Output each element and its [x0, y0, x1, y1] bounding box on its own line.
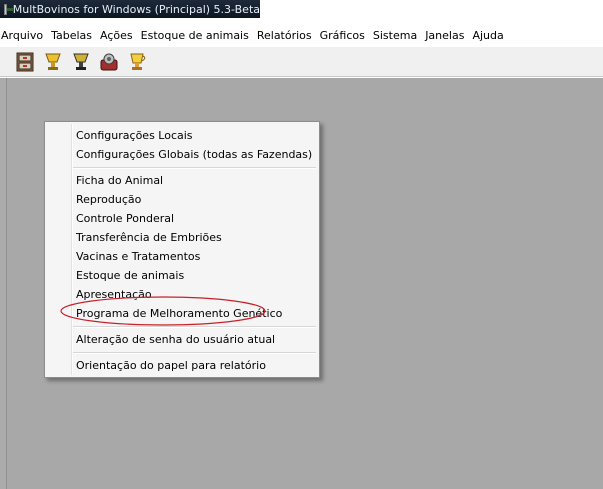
gear-tool-icon [100, 53, 118, 70]
toolbar [0, 47, 603, 77]
cup-icon [130, 53, 146, 70]
context-menu: Configurações Locais Configurações Globa… [44, 121, 320, 378]
menu-graficos[interactable]: Gráficos [316, 29, 369, 42]
menu-item-orientacao-do-papel[interactable]: Orientação do papel para relatório [76, 357, 266, 374]
menu-ajuda[interactable]: Ajuda [468, 29, 507, 42]
toolbar-button-trophy-dark[interactable] [68, 50, 94, 74]
workspace-left-edge [0, 78, 7, 489]
trophy-dark-icon [73, 53, 89, 70]
toolbar-button-gear-tool[interactable] [96, 50, 122, 74]
menu-item-configuracoes-globais[interactable]: Configurações Globais (todas as Fazendas… [76, 146, 312, 163]
menu-item-controle-ponderal[interactable]: Controle Ponderal [76, 210, 174, 227]
menu-item-vacinas-e-tratamentos[interactable]: Vacinas e Tratamentos [76, 248, 200, 265]
trophy-icon [45, 53, 61, 70]
menu-item-ficha-do-animal[interactable]: Ficha do Animal [76, 172, 163, 189]
cabinet-icon [16, 52, 34, 71]
menu-item-transferencia-de-embrioes[interactable]: Transferência de Embriões [76, 229, 222, 246]
menu-relatorios[interactable]: Relatórios [253, 29, 316, 42]
menu-separator [73, 352, 316, 354]
menu-arquivo[interactable]: Arquivo [0, 29, 47, 42]
menu-acoes[interactable]: Ações [96, 29, 137, 42]
toolbar-button-trophy[interactable] [40, 50, 66, 74]
app-icon[interactable] [4, 3, 13, 15]
menu-item-apresentacao[interactable]: Apresentação [76, 286, 152, 303]
toolbar-button-cabinet[interactable] [12, 50, 38, 74]
menu-item-reproducao[interactable]: Reprodução [76, 191, 141, 208]
menu-janelas[interactable]: Janelas [421, 29, 468, 42]
menu-estoque-de-animais[interactable]: Estoque de animais [137, 29, 253, 42]
menu-tabelas[interactable]: Tabelas [47, 29, 96, 42]
menu-separator [73, 326, 316, 328]
toolbar-button-cup[interactable] [124, 50, 150, 74]
menu-sistema[interactable]: Sistema [369, 29, 421, 42]
menu-item-configuracoes-locais[interactable]: Configurações Locais [76, 127, 193, 144]
menu-item-alteracao-de-senha[interactable]: Alteração de senha do usuário atual [76, 331, 275, 348]
menu-bar: Arquivo Tabelas Ações Estoque de animais… [0, 27, 603, 43]
window-title: MultBovinos for Windows (Principal) 5.3-… [12, 2, 260, 16]
menu-separator [73, 167, 316, 169]
menu-item-programa-de-melhoramento-genetico[interactable]: Programa de Melhoramento Genético [76, 305, 282, 322]
menu-item-estoque-de-animais[interactable]: Estoque de animais [76, 267, 184, 284]
window-titlebar: MultBovinos for Windows (Principal) 5.3-… [0, 0, 260, 18]
